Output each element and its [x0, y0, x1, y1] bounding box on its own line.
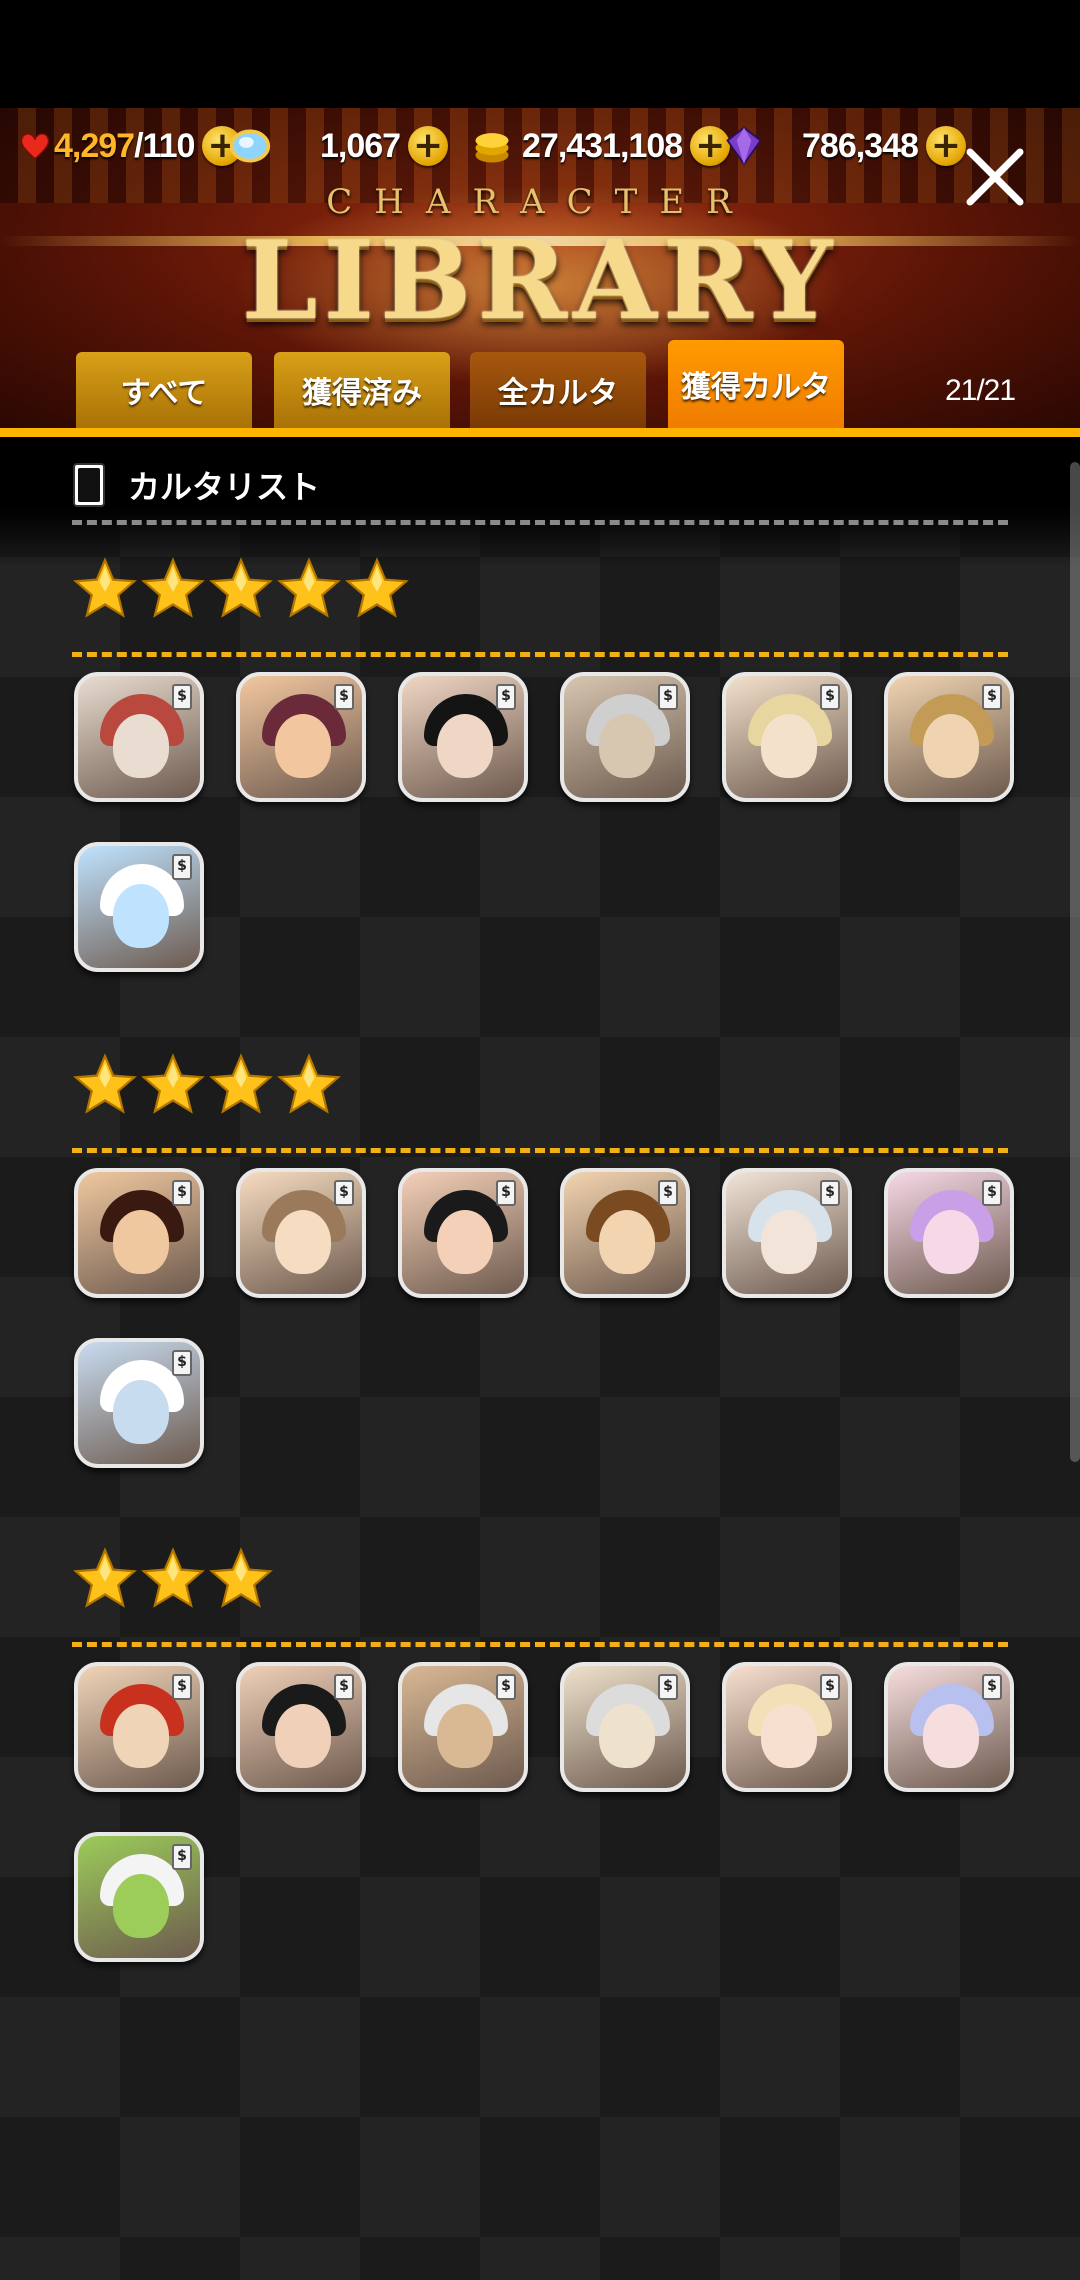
card-badge-icon: $ — [658, 1674, 678, 1700]
karuta-card[interactable]: $ — [236, 672, 366, 802]
rarity-stars — [72, 1052, 344, 1122]
card-badge-icon: $ — [496, 1180, 516, 1206]
add-gems-button[interactable]: + — [408, 126, 449, 166]
card-badge-icon: $ — [496, 684, 516, 710]
tab-all-karuta[interactable]: 全カルタ — [470, 352, 646, 428]
tab-underline — [0, 428, 1080, 437]
card-badge-icon: $ — [334, 1180, 354, 1206]
karuta-card[interactable]: $ — [236, 1168, 366, 1298]
card-badge-icon: $ — [982, 684, 1002, 710]
rarity-divider — [72, 652, 1008, 657]
stamina-counter: 4,297/110 + — [18, 120, 243, 172]
tab-all[interactable]: すべて — [76, 352, 252, 428]
card-badge-icon: $ — [172, 1180, 192, 1206]
karuta-card[interactable]: $ — [722, 1168, 852, 1298]
karuta-card[interactable]: $ — [884, 672, 1014, 802]
karuta-card[interactable]: $ — [74, 842, 204, 972]
star-icon — [345, 557, 409, 618]
karuta-card[interactable]: $ — [884, 1662, 1014, 1792]
card-badge-icon: $ — [820, 1180, 840, 1206]
crystal-value: 786,348 — [802, 126, 919, 165]
gem-icon — [229, 129, 271, 163]
card-badge-icon: $ — [658, 1180, 678, 1206]
purple-crystal-icon — [726, 126, 762, 166]
rarity-stars — [72, 1546, 276, 1616]
card-badge-icon: $ — [172, 854, 192, 880]
karuta-card[interactable]: $ — [560, 1168, 690, 1298]
card-icon — [73, 463, 105, 507]
star-icon — [277, 557, 341, 618]
karuta-card[interactable]: $ — [398, 1168, 528, 1298]
card-badge-icon: $ — [658, 684, 678, 710]
karuta-card[interactable]: $ — [884, 1168, 1014, 1298]
rarity-divider — [72, 1642, 1008, 1647]
star-icon — [73, 557, 137, 618]
star-icon — [209, 1053, 273, 1114]
karuta-card[interactable]: $ — [398, 1662, 528, 1792]
stamina-value: 4,297 — [54, 126, 135, 165]
stamina-max: /110 — [134, 126, 195, 165]
card-badge-icon: $ — [172, 1674, 192, 1700]
karuta-card[interactable]: $ — [74, 1832, 204, 1962]
rarity-stars — [72, 556, 412, 626]
card-badge-icon: $ — [334, 684, 354, 710]
star-icon — [209, 557, 273, 618]
list-header: カルタリスト — [72, 462, 320, 508]
card-badge-icon: $ — [172, 684, 192, 710]
gem-value: 1,067 — [320, 126, 401, 165]
collection-count: 21/21 — [944, 374, 1016, 407]
card-badge-icon: $ — [820, 1674, 840, 1700]
gem-counter: 1,067 + — [228, 120, 449, 172]
scrollbar[interactable] — [1070, 462, 1080, 1462]
logo-title: LIBRARY — [241, 218, 839, 344]
star-icon — [141, 1053, 205, 1114]
karuta-card[interactable]: $ — [722, 672, 852, 802]
tab-obtained-karuta[interactable]: 獲得カルタ — [668, 340, 844, 428]
card-badge-icon: $ — [982, 1674, 1002, 1700]
list-title: カルタリスト — [128, 468, 321, 506]
karuta-card[interactable]: $ — [236, 1662, 366, 1792]
karuta-card[interactable]: $ — [560, 672, 690, 802]
star-icon — [73, 1547, 137, 1608]
karuta-card[interactable]: $ — [722, 1662, 852, 1792]
karuta-card[interactable]: $ — [398, 672, 528, 802]
card-badge-icon: $ — [172, 1844, 192, 1870]
card-badge-icon: $ — [820, 684, 840, 710]
card-badge-icon: $ — [982, 1180, 1002, 1206]
coin-stack-icon — [475, 133, 509, 163]
karuta-card[interactable]: $ — [74, 1662, 204, 1792]
card-badge-icon: $ — [172, 1350, 192, 1376]
tab-obtained[interactable]: 獲得済み — [274, 352, 450, 428]
logo-subtitle: CHARACTER — [326, 182, 754, 222]
crystal-counter: 786,348 + — [722, 120, 966, 172]
divider — [72, 520, 1008, 525]
karuta-card[interactable]: $ — [74, 672, 204, 802]
coin-counter: 27,431,108 + — [470, 120, 731, 172]
karuta-card[interactable]: $ — [74, 1168, 204, 1298]
add-crystals-button[interactable]: + — [925, 126, 966, 166]
karuta-card[interactable]: $ — [560, 1662, 690, 1792]
card-badge-icon: $ — [334, 1674, 354, 1700]
heart-icon — [20, 133, 50, 160]
card-badge-icon: $ — [496, 1674, 516, 1700]
rarity-divider — [72, 1148, 1008, 1153]
star-icon — [141, 1547, 205, 1608]
star-icon — [141, 557, 205, 618]
star-icon — [209, 1547, 273, 1608]
coin-value: 27,431,108 — [522, 126, 683, 165]
star-icon — [277, 1053, 341, 1114]
karuta-card[interactable]: $ — [74, 1338, 204, 1468]
star-icon — [73, 1053, 137, 1114]
